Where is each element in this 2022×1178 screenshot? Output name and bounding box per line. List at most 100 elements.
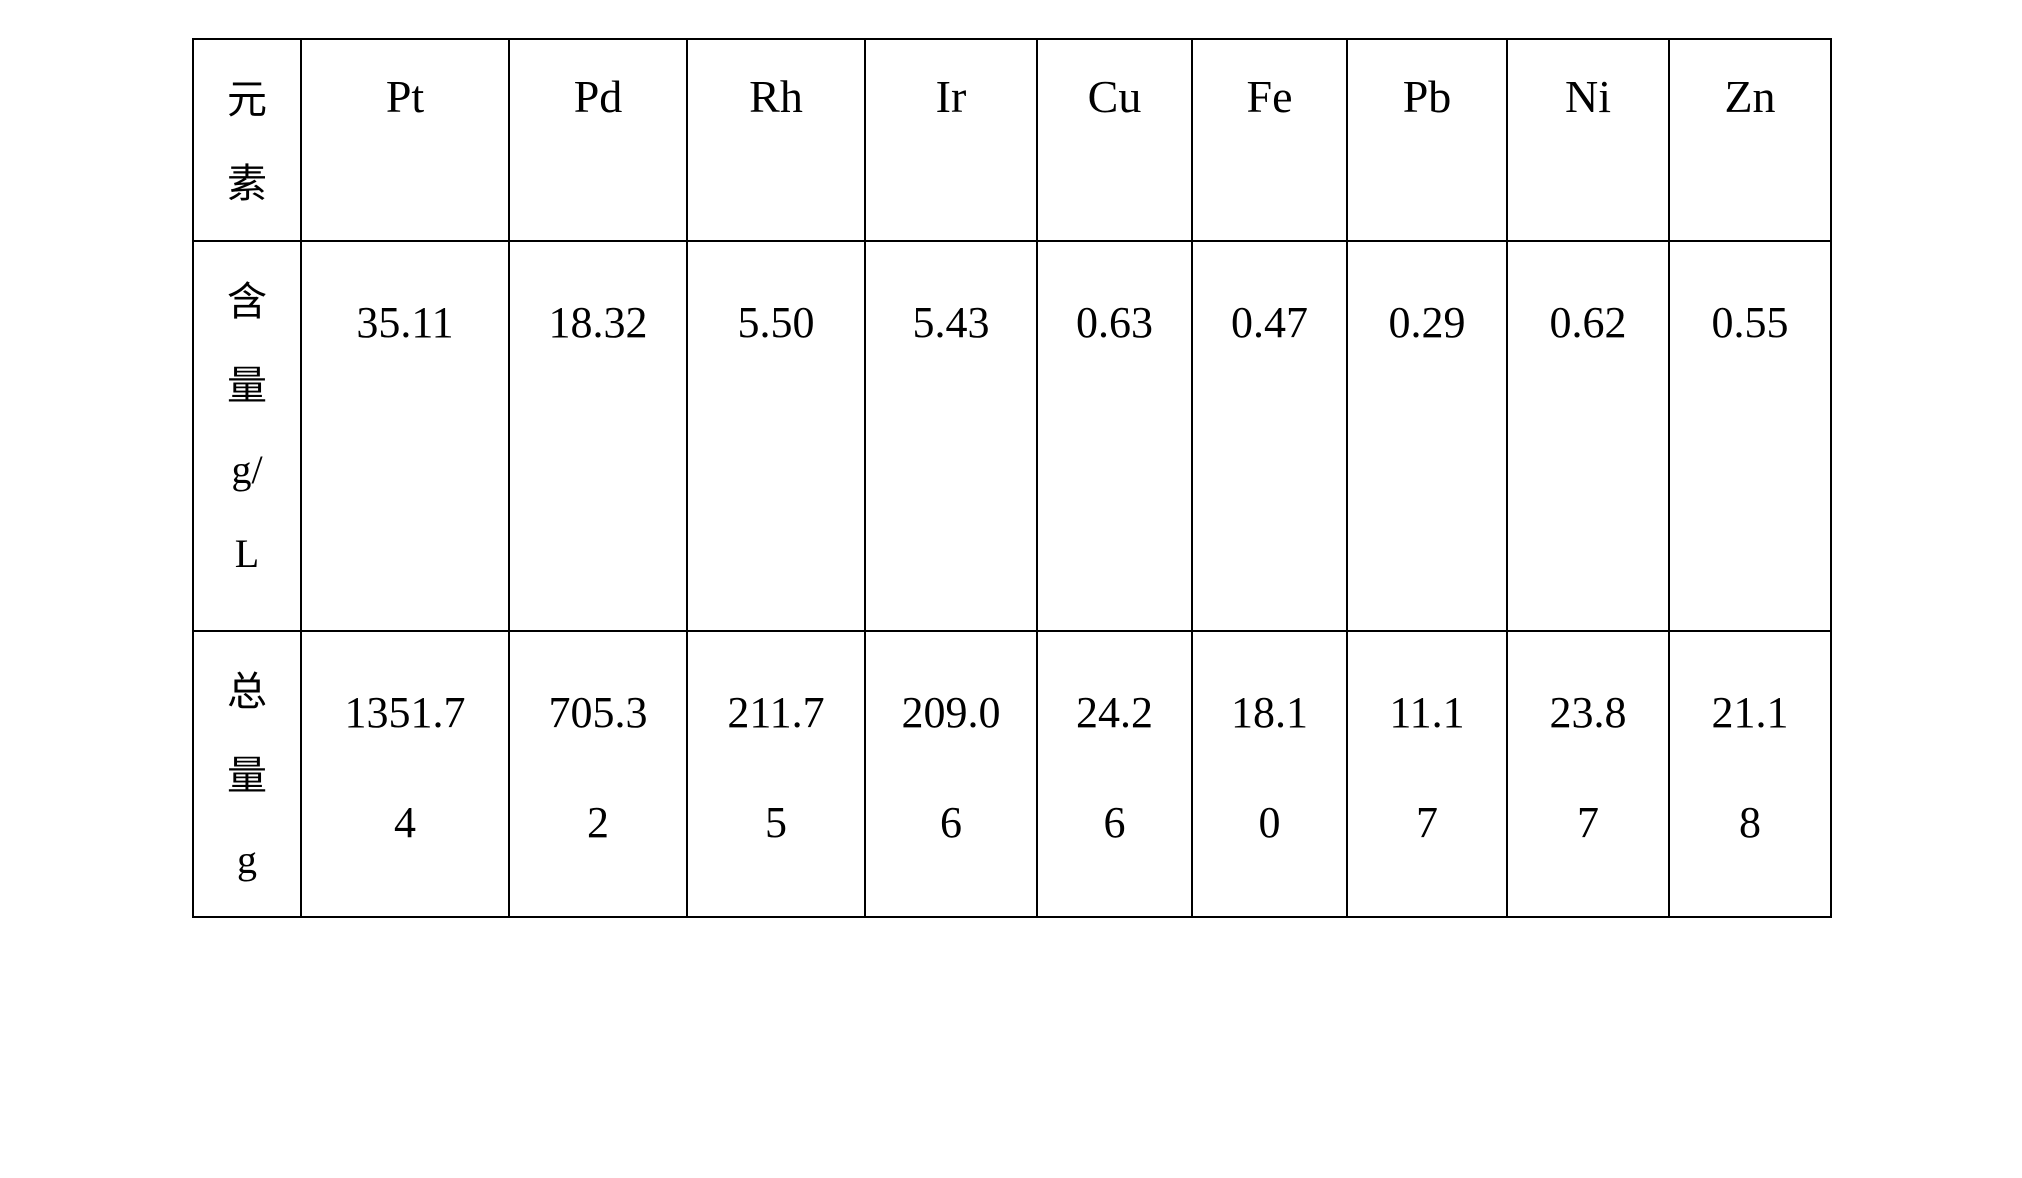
row-label-char-2: g	[237, 837, 257, 882]
header-label-ir: Ir	[935, 71, 967, 122]
header-label-char-0: 元	[227, 77, 267, 122]
header-cell-pd: Pd	[508, 38, 688, 242]
cell-text: 18.1 0	[1193, 632, 1346, 878]
row-label-concentration: 含 量 g/ L	[192, 240, 302, 632]
cell-concentration-rh: 5.50	[686, 240, 866, 632]
cell-total-pt: 1351.7 4	[300, 630, 510, 918]
header-label-pt: Pt	[385, 71, 425, 122]
header-label-fe: Fe	[1246, 71, 1293, 122]
cell-line: 0.55	[1711, 298, 1789, 347]
cell-line: 24.2	[1076, 688, 1153, 737]
cell-concentration-ni: 0.62	[1506, 240, 1670, 632]
cell-total-cu: 24.2 6	[1036, 630, 1193, 918]
cell-text: 23.8 7	[1508, 632, 1668, 878]
cell-text: 0.29	[1348, 242, 1506, 378]
row-label-stack-concentration: 含 量 g/ L	[194, 242, 300, 610]
header-label-char-1: 素	[227, 161, 267, 206]
cell-total-pb: 11.1 7	[1346, 630, 1508, 918]
header-cell-pt: Pt	[300, 38, 510, 242]
cell-text: 0.55	[1670, 242, 1830, 378]
cell-line: 18.32	[548, 298, 648, 347]
cell-concentration-pt: 35.11	[300, 240, 510, 632]
cell-text: 211.7 5	[688, 632, 864, 878]
row-label-char-0: 含	[227, 279, 267, 324]
cell-total-ir: 209.0 6	[864, 630, 1038, 918]
header-label-pb: Pb	[1402, 71, 1452, 122]
cell-total-fe: 18.1 0	[1191, 630, 1348, 918]
cell-concentration-pd: 18.32	[508, 240, 688, 632]
cell-line: 0.62	[1549, 298, 1627, 347]
header-label-pd: Pd	[573, 71, 623, 122]
cell-line: 11.1	[1389, 688, 1465, 737]
cell-concentration-pb: 0.29	[1346, 240, 1508, 632]
cell-text: 209.0 6	[866, 632, 1036, 878]
row-label-char-1: 量	[227, 363, 267, 408]
cell-line: 1351.7	[344, 688, 466, 737]
cell-line: 0.47	[1231, 298, 1308, 347]
table-row: 含 量 g/ L 35.11 18.32 5.50 5.43 0.63 0.47…	[192, 240, 1832, 632]
header-cell-rh: Rh	[686, 38, 866, 242]
cell-line: 705.3	[548, 688, 648, 737]
cell-line: 35.11	[356, 298, 454, 347]
cell-text: 705.3 2	[510, 632, 686, 878]
cell-text: 21.1 8	[1670, 632, 1830, 878]
cell-text: 5.43	[866, 242, 1036, 378]
cell-concentration-zn: 0.55	[1668, 240, 1832, 632]
cell-line: 5.50	[737, 298, 815, 347]
cell-line: 0.29	[1388, 298, 1466, 347]
table-row: 总 量 g 1351.7 4 705.3 2 211.7 5 209.0 6 24.2 6…	[192, 630, 1832, 918]
row-label-stack-total: 总 量 g	[194, 632, 300, 916]
cell-line-wrap: 7	[1577, 798, 1599, 847]
cell-text: 1351.7 4	[302, 632, 508, 878]
cell-line-wrap: 8	[1739, 798, 1761, 847]
cell-line: 211.7	[727, 688, 825, 737]
cell-line: 5.43	[912, 298, 990, 347]
cell-concentration-fe: 0.47	[1191, 240, 1348, 632]
row-label-char-0: 总	[227, 669, 267, 714]
element-composition-table: 元 素 Pt Pd Rh Ir Cu Fe Pb Ni Zn 含 量 g/ L …	[192, 38, 1832, 918]
cell-line-wrap: 4	[394, 798, 416, 847]
header-label-rh: Rh	[749, 71, 803, 122]
header-cell-ir: Ir	[864, 38, 1038, 242]
cell-concentration-cu: 0.63	[1036, 240, 1193, 632]
row-label-char-3: L	[234, 531, 260, 576]
cell-line: 23.8	[1549, 688, 1627, 737]
cell-text: 0.63	[1038, 242, 1191, 378]
cell-total-rh: 211.7 5	[686, 630, 866, 918]
cell-total-pd: 705.3 2	[508, 630, 688, 918]
cell-text: 11.1 7	[1348, 632, 1506, 878]
cell-line-wrap: 7	[1416, 798, 1438, 847]
header-label-ni: Ni	[1565, 71, 1611, 122]
header-cell-cu: Cu	[1036, 38, 1193, 242]
cell-text: 0.47	[1193, 242, 1346, 378]
cell-line-wrap: 0	[1258, 798, 1281, 847]
row-label-char-1: 量	[227, 753, 267, 798]
document-page: 元 素 Pt Pd Rh Ir Cu Fe Pb Ni Zn 含 量 g/ L …	[0, 0, 2022, 1178]
cell-line-wrap: 6	[1103, 798, 1126, 847]
cell-text: 5.50	[688, 242, 864, 378]
cell-text: 0.62	[1508, 242, 1668, 378]
cell-line: 21.1	[1711, 688, 1789, 737]
cell-line-wrap: 5	[765, 798, 787, 847]
cell-text: 18.32	[510, 242, 686, 378]
cell-concentration-ir: 5.43	[864, 240, 1038, 632]
cell-text: 35.11	[302, 242, 508, 378]
header-cell-zn: Zn	[1668, 38, 1832, 242]
header-label-stack: 元 素	[194, 40, 300, 240]
table-header-row: 元 素 Pt Pd Rh Ir Cu Fe Pb Ni Zn	[192, 38, 1832, 242]
header-label-cu: Cu	[1087, 71, 1142, 122]
table-container: 元 素 Pt Pd Rh Ir Cu Fe Pb Ni Zn 含 量 g/ L …	[192, 38, 1832, 918]
header-label-zn: Zn	[1724, 71, 1776, 122]
header-cell-element-label: 元 素	[192, 38, 302, 242]
cell-text: 24.2 6	[1038, 632, 1191, 878]
row-label-char-2: g/	[231, 447, 263, 492]
header-cell-ni: Ni	[1506, 38, 1670, 242]
cell-line-wrap: 2	[587, 798, 609, 847]
header-cell-pb: Pb	[1346, 38, 1508, 242]
header-cell-fe: Fe	[1191, 38, 1348, 242]
cell-total-zn: 21.1 8	[1668, 630, 1832, 918]
cell-line: 0.63	[1076, 298, 1153, 347]
cell-line: 18.1	[1231, 688, 1308, 737]
row-label-total: 总 量 g	[192, 630, 302, 918]
cell-line: 209.0	[901, 688, 1001, 737]
